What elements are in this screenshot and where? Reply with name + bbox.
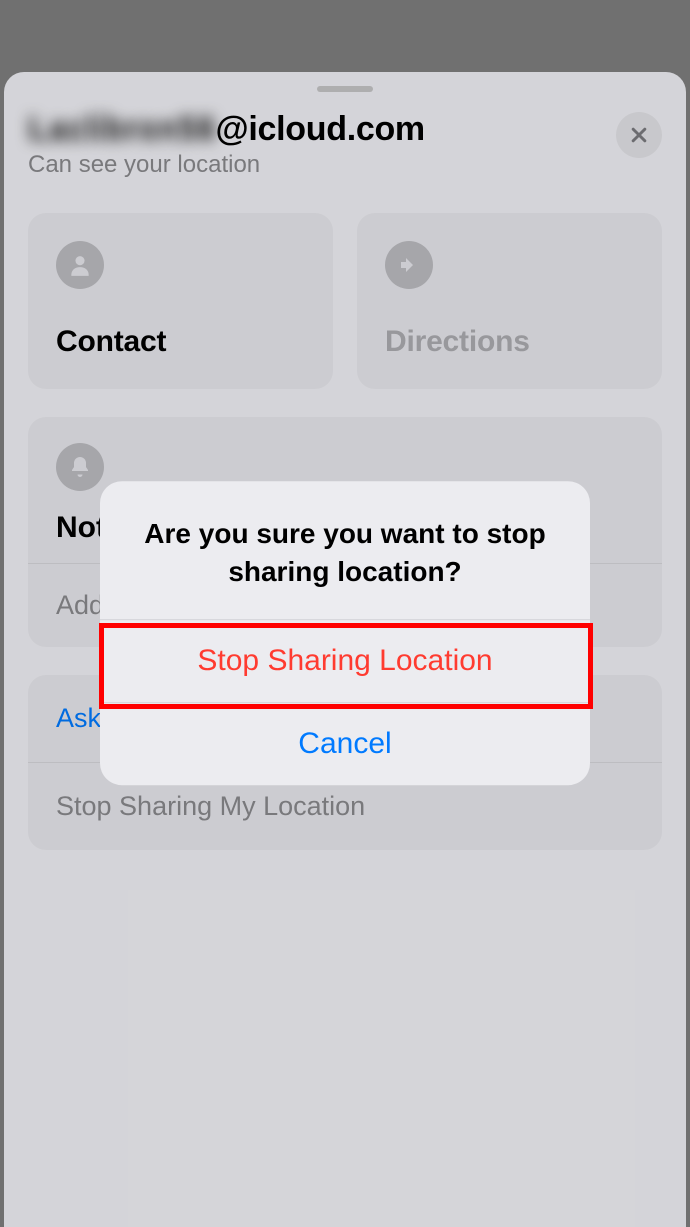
confirmation-alert: Are you sure you want to stop sharing lo… xyxy=(100,481,590,785)
cancel-button[interactable]: Cancel xyxy=(100,702,590,785)
stop-sharing-location-button[interactable]: Stop Sharing Location xyxy=(100,619,590,702)
alert-title: Are you sure you want to stop sharing lo… xyxy=(100,481,590,619)
